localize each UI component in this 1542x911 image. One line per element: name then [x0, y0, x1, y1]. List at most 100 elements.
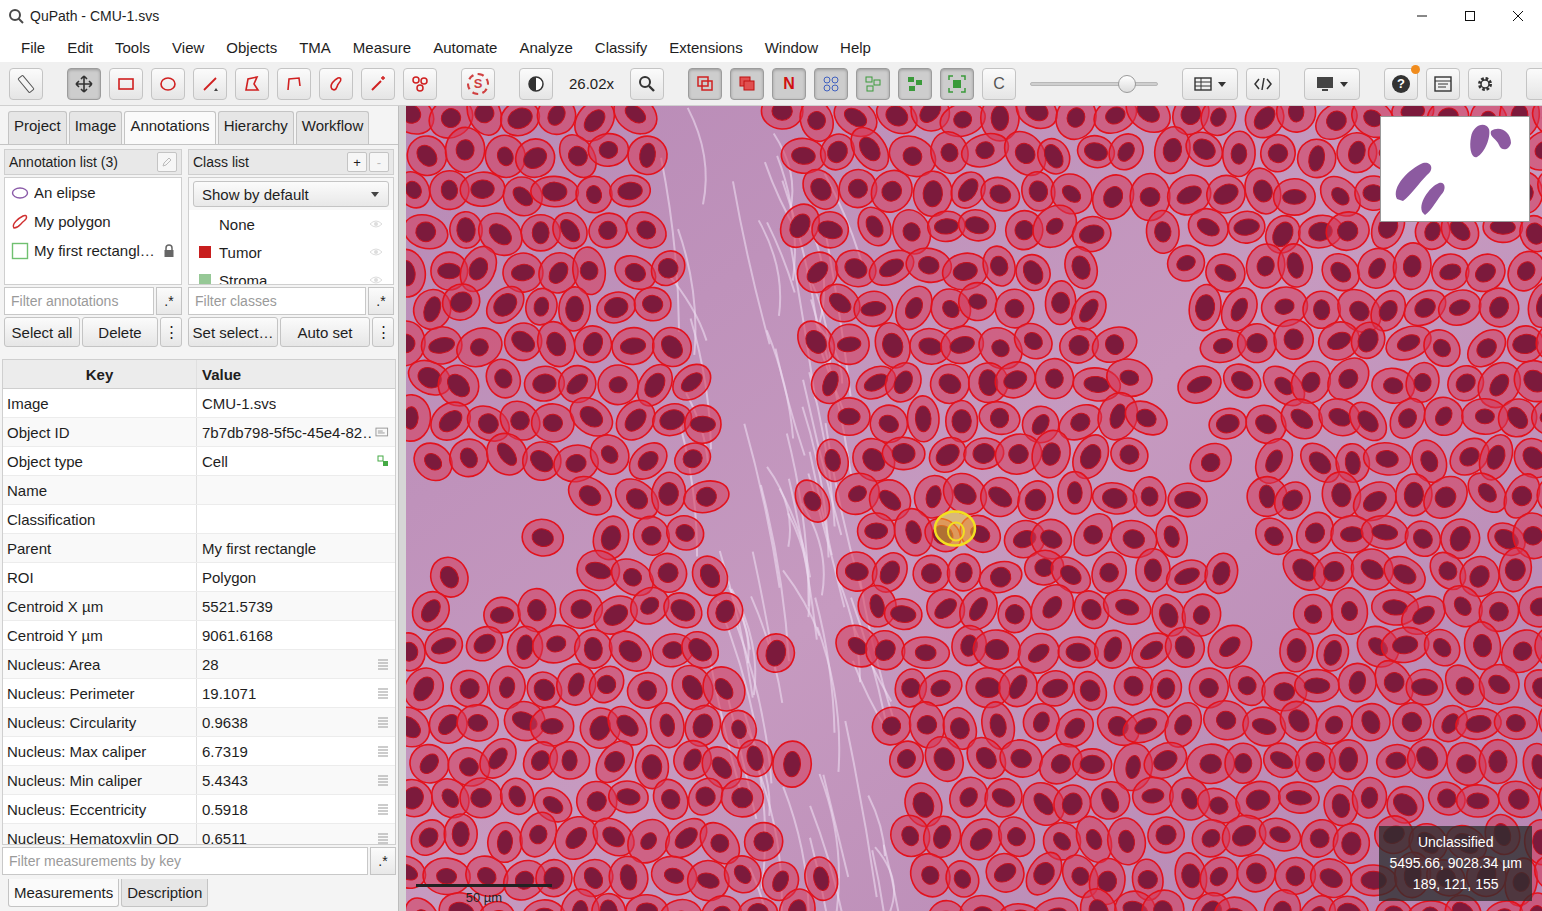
- cell-detection[interactable]: [1320, 350, 1377, 408]
- table-row[interactable]: Nucleus: Max caliper6.7319: [3, 737, 395, 766]
- regex-toggle[interactable]: .*: [370, 847, 396, 875]
- cell-detection[interactable]: [444, 814, 477, 854]
- cell-detection[interactable]: [972, 628, 1022, 671]
- cell-detection[interactable]: [587, 132, 629, 167]
- cell-detection[interactable]: [657, 586, 708, 635]
- cell-detection[interactable]: [645, 244, 692, 292]
- histogram-list-icon[interactable]: [377, 716, 389, 728]
- cell-detection[interactable]: [857, 512, 896, 549]
- cell-detection[interactable]: [978, 242, 1020, 290]
- menu-item[interactable]: TMA: [288, 39, 342, 56]
- cell-detection[interactable]: [455, 703, 500, 743]
- class-filter-dropdown[interactable]: Show by default: [193, 181, 389, 207]
- opacity-slider[interactable]: [1030, 74, 1158, 94]
- cell-detection[interactable]: [852, 202, 898, 252]
- menu-item[interactable]: Window: [754, 39, 829, 56]
- image-viewer[interactable]: Unclassified5495.66, 9028.34 µm189, 121,…: [406, 106, 1542, 911]
- cell-detection[interactable]: [912, 170, 954, 218]
- cell-detection[interactable]: [444, 126, 487, 174]
- cell-detection[interactable]: [1277, 780, 1321, 815]
- cell-detection[interactable]: [1179, 125, 1229, 173]
- cell-detection[interactable]: [1273, 178, 1315, 215]
- menu-item[interactable]: Extensions: [658, 39, 753, 56]
- cell-detection[interactable]: [1472, 657, 1527, 712]
- column-header[interactable]: Key: [3, 360, 197, 388]
- cell-detection[interactable]: [1232, 849, 1282, 898]
- cell-detection[interactable]: [1473, 281, 1526, 333]
- histogram-list-icon[interactable]: [377, 745, 389, 757]
- cell-detection[interactable]: [1295, 669, 1340, 702]
- table-row[interactable]: Nucleus: Perimeter19.1071: [3, 679, 395, 708]
- move-tool-button[interactable]: [67, 68, 101, 100]
- cell-detection[interactable]: [1168, 483, 1208, 517]
- cell-detection[interactable]: [406, 631, 428, 673]
- pane-splitter[interactable]: [398, 106, 406, 911]
- id-card-icon[interactable]: [375, 426, 389, 438]
- table-row[interactable]: Nucleus: Eccentricity0.5918: [3, 795, 395, 824]
- cell-detection[interactable]: [443, 433, 494, 483]
- cell-detection[interactable]: [1342, 395, 1394, 448]
- cell-detection[interactable]: [721, 778, 764, 817]
- cell-detection[interactable]: [1294, 136, 1339, 181]
- table-row[interactable]: ROIPolygon: [3, 563, 395, 592]
- cell-detection[interactable]: [422, 856, 472, 896]
- cell-detection[interactable]: [530, 706, 574, 746]
- cell-detection[interactable]: [976, 398, 1023, 439]
- menu-item[interactable]: Automate: [422, 39, 508, 56]
- cell-detection[interactable]: [1456, 784, 1499, 817]
- cell-detection[interactable]: [1206, 405, 1249, 443]
- cell-detection[interactable]: [978, 772, 1028, 824]
- histogram-list-icon[interactable]: [377, 803, 389, 815]
- cell-detection[interactable]: [761, 106, 804, 130]
- cell-detection[interactable]: [753, 630, 798, 676]
- analysis-tab[interactable]: Project: [8, 111, 67, 144]
- cell-detection[interactable]: [1379, 624, 1431, 665]
- cell-detection[interactable]: [1276, 106, 1317, 133]
- cell-detection[interactable]: [1090, 479, 1139, 517]
- cell-detection[interactable]: [1034, 357, 1076, 400]
- cell-detection[interactable]: [1434, 284, 1486, 330]
- measurement-table-button[interactable]: [1182, 68, 1238, 100]
- more-button[interactable]: ⋮: [372, 317, 394, 347]
- cell-detection[interactable]: [459, 171, 506, 208]
- cell-detection[interactable]: [1135, 548, 1170, 592]
- cell-detection[interactable]: [608, 173, 652, 208]
- table-row[interactable]: Nucleus: Min caliper5.4343: [3, 766, 395, 795]
- cell-detection[interactable]: [1479, 739, 1518, 784]
- cell-detection[interactable]: [956, 280, 999, 323]
- cell-detection[interactable]: [519, 516, 567, 560]
- close-button[interactable]: [1494, 0, 1542, 32]
- cell-detection[interactable]: [496, 774, 539, 819]
- cell-detection[interactable]: [1159, 621, 1211, 673]
- histogram-list-icon[interactable]: [377, 832, 389, 844]
- cell-detection[interactable]: [1148, 668, 1184, 709]
- menu-item[interactable]: File: [10, 39, 56, 56]
- overlay-toggle-button[interactable]: C: [982, 68, 1016, 100]
- cell-detection[interactable]: [666, 357, 718, 407]
- table-row[interactable]: ParentMy first rectangle: [3, 534, 395, 563]
- eye-icon[interactable]: [369, 275, 383, 285]
- maximize-button[interactable]: [1446, 0, 1494, 32]
- cell-detection[interactable]: [1235, 321, 1280, 366]
- annotation-item[interactable]: An elipse: [5, 178, 181, 207]
- overlay-toggle-button[interactable]: N: [772, 68, 806, 100]
- cell-detection[interactable]: [1275, 241, 1316, 290]
- cell-detection[interactable]: [1120, 394, 1173, 441]
- extensions-button[interactable]: [1526, 68, 1542, 100]
- cell-detection[interactable]: [420, 623, 467, 668]
- histogram-list-icon[interactable]: [377, 687, 389, 699]
- cell-detection[interactable]: [703, 588, 748, 634]
- bottom-tab[interactable]: Description: [121, 879, 208, 907]
- cell-detection[interactable]: [607, 779, 650, 815]
- cell-detection[interactable]: [1496, 545, 1535, 594]
- cell-detection[interactable]: [1023, 576, 1083, 638]
- cell-detection[interactable]: [828, 397, 871, 436]
- cell-detection[interactable]: [1255, 813, 1306, 857]
- overlay-toggle-button[interactable]: [856, 68, 890, 100]
- histogram-list-icon[interactable]: [377, 658, 389, 670]
- table-row[interactable]: Object typeCell: [3, 447, 395, 476]
- overlay-toggle-button[interactable]: [940, 68, 974, 100]
- cell-detection[interactable]: [1334, 659, 1380, 706]
- cell-detection[interactable]: [1011, 106, 1063, 135]
- overlay-toggle-button[interactable]: [898, 68, 932, 100]
